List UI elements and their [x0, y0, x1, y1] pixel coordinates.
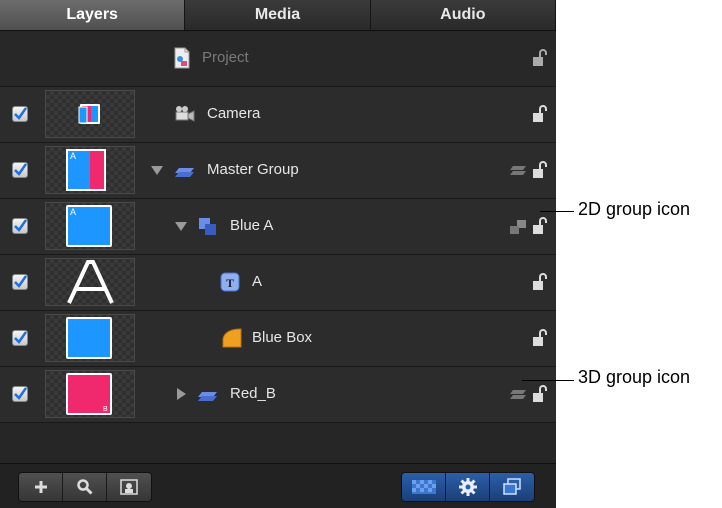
- disclosure-triangle[interactable]: [151, 166, 163, 175]
- visibility-checkbox[interactable]: [12, 386, 28, 402]
- gear-icon[interactable]: [446, 473, 490, 501]
- layer-row-blue-a[interactable]: A Blue A: [0, 199, 556, 255]
- left-button-group: [18, 472, 152, 502]
- visibility-checkbox[interactable]: [12, 162, 28, 178]
- layer-thumbnail: A: [45, 146, 135, 194]
- checkerboard-icon[interactable]: [402, 473, 446, 501]
- layer-name: Blue Box: [252, 329, 313, 346]
- tab-audio[interactable]: Audio: [371, 0, 556, 30]
- layer-row-project[interactable]: Project: [0, 31, 556, 87]
- text-layer-icon: T: [219, 271, 241, 293]
- layers-icon[interactable]: [490, 473, 534, 501]
- bottom-toolbar: [0, 463, 556, 508]
- callout-line-3d: [522, 380, 574, 381]
- layer-thumbnail: B: [45, 370, 135, 418]
- group-3d-indicator-icon: [509, 162, 527, 180]
- layer-list: Project Camera A Master Group A Blue A T…: [0, 31, 556, 423]
- project-icon: [172, 47, 194, 69]
- layer-thumbnail: [45, 314, 135, 362]
- layer-row-blue-box[interactable]: Blue Box: [0, 311, 556, 367]
- visibility-checkbox[interactable]: [12, 218, 28, 234]
- lock-icon[interactable]: [531, 105, 549, 125]
- lock-icon[interactable]: [531, 217, 549, 237]
- lock-icon[interactable]: [531, 161, 549, 181]
- callout-line-2d: [540, 211, 574, 212]
- search-icon[interactable]: [63, 473, 107, 501]
- group-3d-icon: [197, 383, 219, 405]
- layer-name: Master Group: [207, 161, 299, 178]
- svg-text:T: T: [226, 276, 234, 290]
- add-icon[interactable]: [19, 473, 63, 501]
- layer-thumbnail: A: [45, 202, 135, 250]
- mask-icon[interactable]: [107, 473, 151, 501]
- callout-3d-group: 3D group icon: [578, 367, 691, 387]
- group-2d-indicator-icon: [509, 218, 527, 236]
- camera-icon: [174, 103, 196, 125]
- layer-name: Project: [202, 49, 249, 66]
- layer-row-master-group[interactable]: A Master Group: [0, 143, 556, 199]
- tab-layers[interactable]: Layers: [0, 0, 186, 30]
- lock-icon[interactable]: [531, 49, 549, 69]
- layer-row-camera[interactable]: Camera: [0, 87, 556, 143]
- layer-thumbnail: [45, 258, 135, 306]
- visibility-checkbox[interactable]: [12, 106, 28, 122]
- svg-text:A: A: [70, 207, 76, 217]
- layer-thumbnail: [45, 90, 135, 138]
- group-2d-icon: [197, 215, 219, 237]
- shape-icon: [221, 327, 243, 349]
- lock-icon[interactable]: [531, 273, 549, 293]
- callout-2d-group: 2D group icon: [578, 199, 691, 219]
- tab-media[interactable]: Media: [185, 0, 371, 30]
- layers-panel: Layers Media Audio Project Camera A Mast…: [0, 0, 556, 508]
- disclosure-triangle[interactable]: [175, 222, 187, 231]
- lock-icon[interactable]: [531, 385, 549, 405]
- svg-text:B: B: [103, 406, 108, 413]
- layer-name: A: [252, 273, 263, 290]
- layer-row-a[interactable]: T A: [0, 255, 556, 311]
- right-button-group: [401, 472, 535, 502]
- tab-bar: Layers Media Audio: [0, 0, 556, 31]
- layer-name: Blue A: [230, 217, 274, 234]
- visibility-checkbox[interactable]: [12, 330, 28, 346]
- group-3d-icon: [174, 159, 196, 181]
- lock-icon[interactable]: [531, 329, 549, 349]
- disclosure-triangle[interactable]: [177, 388, 186, 400]
- group-3d-indicator-icon: [509, 386, 527, 404]
- layer-name: Camera: [207, 105, 261, 122]
- layer-name: Red_B: [230, 385, 276, 402]
- svg-text:A: A: [70, 151, 76, 161]
- layer-row-red-b[interactable]: B Red_B: [0, 367, 556, 423]
- visibility-checkbox[interactable]: [12, 274, 28, 290]
